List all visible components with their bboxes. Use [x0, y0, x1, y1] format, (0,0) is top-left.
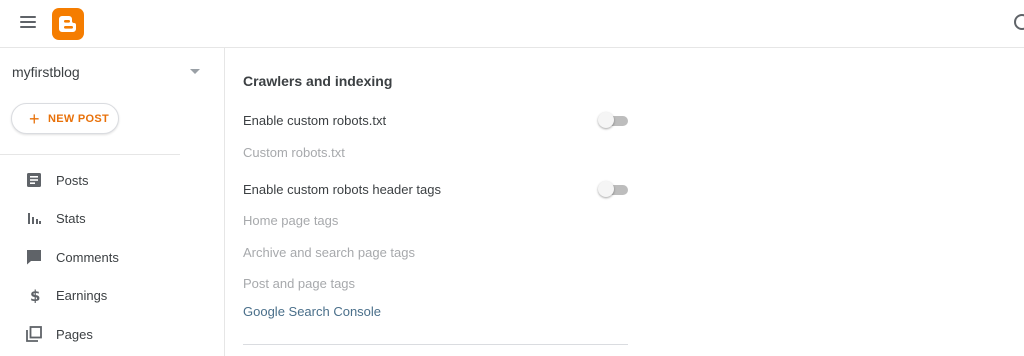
- stats-icon: [28, 213, 41, 224]
- svg-text:$: $: [30, 287, 40, 303]
- comments-icon: [27, 250, 41, 265]
- custom-robots-header-tags-toggle[interactable]: [598, 180, 628, 198]
- hamburger-menu-icon[interactable]: [20, 16, 36, 29]
- blog-selector[interactable]: myfirstblog: [12, 60, 204, 84]
- archive-search-page-tags-setting: Archive and search page tags: [243, 245, 415, 260]
- sidebar-item-stats[interactable]: Stats: [0, 201, 224, 237]
- toggle-knob: [598, 181, 614, 197]
- custom-robots-header-tags-toggle-label: Enable custom robots header tags: [243, 182, 442, 197]
- search-icon[interactable]: [1014, 14, 1024, 30]
- sidebar-divider: [0, 154, 180, 155]
- sidebar-item-posts[interactable]: Posts: [0, 163, 224, 199]
- sidebar-item-label: Pages: [56, 327, 93, 342]
- blogger-b-glyph: [59, 16, 76, 32]
- blogger-logo[interactable]: [52, 8, 84, 40]
- sidebar-item-comments[interactable]: Comments: [0, 240, 224, 276]
- sidebar-item-pages[interactable]: Pages: [0, 317, 224, 353]
- posts-icon: [27, 173, 41, 187]
- custom-robots-txt-toggle-label: Enable custom robots.txt: [243, 113, 387, 128]
- google-search-console-link[interactable]: Google Search Console: [243, 304, 381, 319]
- chevron-down-icon: [190, 69, 200, 74]
- home-page-tags-setting: Home page tags: [243, 213, 339, 228]
- settings-panel: Crawlers and indexing Enable custom robo…: [226, 48, 1024, 356]
- sidebar: myfirstblog + NEW POST Posts Stats Comme…: [0, 48, 225, 356]
- blog-name: myfirstblog: [12, 64, 80, 80]
- new-post-button[interactable]: + NEW POST: [11, 103, 119, 134]
- plus-icon: +: [29, 109, 40, 129]
- sidebar-item-label: Posts: [56, 173, 89, 188]
- pages-icon: [26, 326, 42, 342]
- sidebar-item-label: Stats: [56, 211, 86, 226]
- toggle-knob: [598, 112, 614, 128]
- section-divider: [243, 344, 628, 345]
- sidebar-item-earnings[interactable]: $ Earnings: [0, 278, 224, 314]
- dollar-icon: $: [30, 287, 40, 303]
- custom-robots-txt-toggle[interactable]: [598, 111, 628, 129]
- section-title: Crawlers and indexing: [243, 73, 393, 89]
- top-app-bar: [0, 0, 1024, 48]
- post-page-tags-setting: Post and page tags: [243, 276, 356, 291]
- new-post-label: NEW POST: [48, 113, 110, 125]
- sidebar-item-label: Earnings: [56, 288, 108, 303]
- custom-robots-txt-setting: Custom robots.txt: [243, 145, 345, 160]
- sidebar-item-label: Comments: [56, 250, 119, 265]
